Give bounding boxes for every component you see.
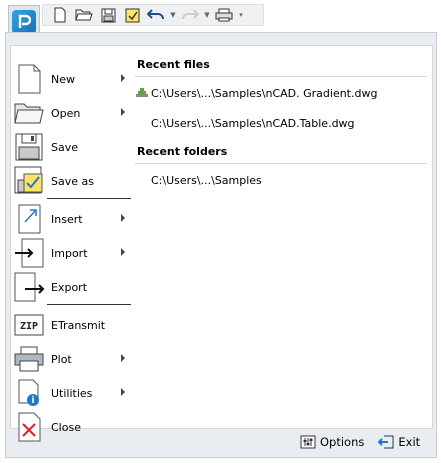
menu-item-label: Save as — [51, 174, 94, 188]
undo-icon[interactable] — [145, 5, 167, 25]
menu-item-label: Insert — [51, 212, 83, 226]
menu-item-label: New — [51, 72, 75, 86]
recent-file-item[interactable]: C:\Users\...\Samples\nCAD. Gradient.dwg — [151, 87, 377, 100]
menu-item-label: Export — [51, 280, 88, 294]
menu-item-import[interactable]: Import — [11, 236, 131, 270]
submenu-arrow-icon — [121, 214, 125, 222]
menu-item-label: Open — [51, 106, 81, 120]
menu-item-insert[interactable]: Insert — [11, 202, 131, 236]
save-as-icon[interactable] — [121, 5, 143, 25]
undo-dropdown-icon[interactable]: ▼ — [169, 5, 177, 25]
menu-separator — [47, 198, 131, 199]
customize-toolbar-icon[interactable]: ▾ — [237, 5, 245, 25]
recent-documents-pane: Recent files C:\Users\...\Samples\nCAD. … — [131, 45, 433, 429]
new-icon[interactable] — [49, 5, 71, 25]
menu-footer: Options Exit — [300, 435, 420, 449]
zip-icon: ZIP — [11, 308, 47, 342]
recent-file-item[interactable]: C:\Users\...\Samples\nCAD.Table.dwg — [151, 117, 355, 130]
menu-item-new[interactable]: New — [11, 62, 131, 96]
menu-item-plot[interactable]: Plot — [11, 342, 131, 376]
exit-button[interactable]: Exit — [378, 435, 420, 449]
menu-item-close[interactable]: Close — [11, 410, 131, 444]
import-icon — [11, 236, 47, 270]
recent-files-heading: Recent files — [137, 58, 210, 71]
submenu-arrow-icon — [121, 74, 125, 82]
redo-icon[interactable] — [179, 5, 201, 25]
new-file-icon — [11, 62, 47, 96]
print-icon[interactable] — [213, 5, 235, 25]
utilities-icon — [11, 376, 47, 410]
svg-text:ZIP: ZIP — [20, 321, 38, 332]
save-disk-icon — [11, 130, 47, 164]
application-menu-panel: New Open Save Save as Insert Import Expo… — [5, 32, 437, 458]
submenu-arrow-icon — [121, 108, 125, 116]
menu-commands: New Open Save Save as Insert Import Expo… — [10, 45, 132, 442]
menu-item-utilities[interactable]: Utilities — [11, 376, 131, 410]
save-icon[interactable] — [97, 5, 119, 25]
insert-icon — [11, 202, 47, 236]
menu-item-label: ETransmit — [51, 318, 106, 332]
export-icon — [11, 270, 47, 304]
open-icon[interactable] — [73, 5, 95, 25]
submenu-arrow-icon — [121, 248, 125, 256]
menu-item-save-as[interactable]: Save as — [11, 164, 131, 198]
printer-icon — [11, 342, 47, 376]
menu-item-label: Import — [51, 246, 88, 260]
open-folder-icon — [11, 96, 47, 130]
menu-item-label: Close — [51, 420, 81, 434]
menu-separator — [47, 304, 131, 305]
app-logo-icon — [12, 9, 36, 34]
heading-separator — [135, 76, 427, 77]
options-label: Options — [320, 435, 365, 449]
submenu-arrow-icon — [121, 388, 125, 396]
menu-item-label: Plot — [51, 352, 72, 366]
options-sliders-icon — [300, 435, 316, 449]
pin-icon[interactable] — [135, 87, 149, 102]
menu-item-save[interactable]: Save — [11, 130, 131, 164]
submenu-arrow-icon — [121, 354, 125, 362]
options-button[interactable]: Options — [300, 435, 364, 449]
close-doc-icon — [11, 410, 47, 444]
exit-label: Exit — [398, 435, 421, 449]
menu-item-label: Save — [51, 140, 79, 154]
save-as-icon — [11, 164, 47, 198]
menu-item-export[interactable]: Export — [11, 270, 131, 304]
exit-icon — [378, 435, 394, 449]
menu-item-etransmit[interactable]: ZIP ETransmit — [11, 308, 131, 342]
recent-folder-item[interactable]: C:\Users\...\Samples — [151, 174, 262, 187]
redo-dropdown-icon[interactable]: ▼ — [203, 5, 211, 25]
menu-item-label: Utilities — [51, 386, 93, 400]
heading-separator — [135, 163, 427, 164]
quick-access-bar: ▼ ▼ ▾ — [42, 4, 264, 26]
menu-item-open[interactable]: Open — [11, 96, 131, 130]
recent-folders-heading: Recent folders — [137, 145, 228, 158]
